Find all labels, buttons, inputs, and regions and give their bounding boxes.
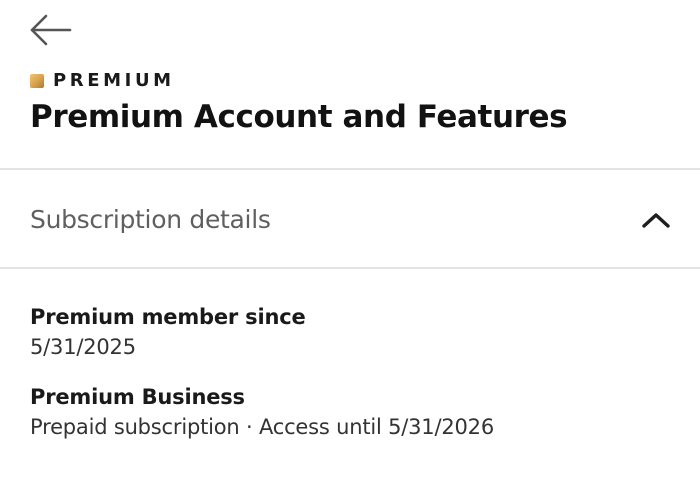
section-divider bbox=[0, 267, 700, 269]
page-title: Premium Account and Features bbox=[30, 99, 568, 135]
plan-item: Premium Business Prepaid subscription · … bbox=[30, 382, 670, 442]
member-since-item: Premium member since 5/31/2025 bbox=[30, 302, 670, 362]
detail-value: Prepaid subscription · Access until 5/31… bbox=[30, 415, 494, 439]
premium-label: PREMIUM bbox=[53, 70, 175, 91]
premium-badge-icon bbox=[30, 74, 44, 88]
chevron-up-icon bbox=[642, 213, 670, 228]
page-header: PREMIUM Premium Account and Features bbox=[0, 0, 700, 168]
arrow-left-icon bbox=[30, 14, 72, 46]
premium-brand: PREMIUM bbox=[30, 68, 175, 94]
detail-value: 5/31/2025 bbox=[30, 335, 136, 359]
subscription-details-toggle[interactable]: Subscription details bbox=[0, 170, 700, 268]
detail-heading: Premium member since bbox=[30, 305, 306, 329]
section-title: Subscription details bbox=[30, 205, 271, 234]
back-button[interactable] bbox=[24, 10, 78, 54]
detail-heading: Premium Business bbox=[30, 385, 245, 409]
subscription-details-list: Premium member since 5/31/2025 Premium B… bbox=[30, 302, 670, 442]
